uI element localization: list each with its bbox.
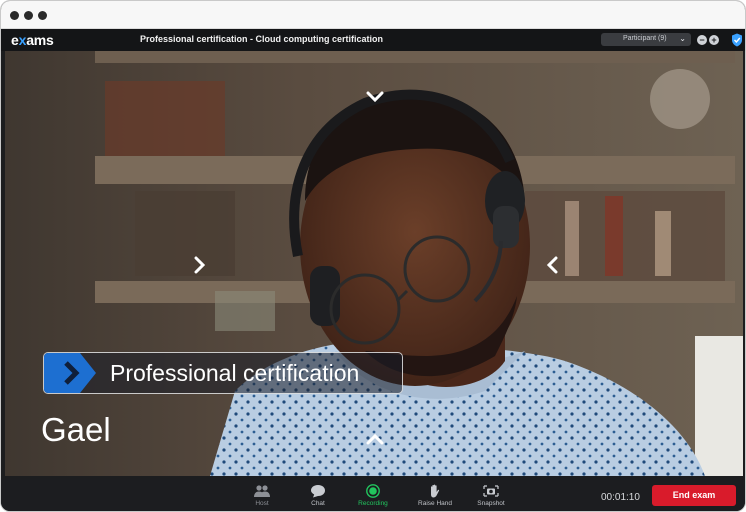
hand-icon <box>431 484 440 498</box>
participant-select[interactable]: Participant (9) ⌄ <box>601 33 691 46</box>
app-header: exams Professional certification - Cloud… <box>1 29 745 51</box>
chevron-up-icon[interactable] <box>366 433 384 445</box>
chevron-down-icon: ⌄ <box>679 34 686 43</box>
recording-button[interactable]: Recording <box>348 484 398 507</box>
exam-title: Professional certification - Cloud compu… <box>140 34 384 44</box>
zoom-out-button[interactable]: − <box>697 35 707 45</box>
raise-hand-button[interactable]: Raise Hand <box>410 484 460 507</box>
snapshot-label: Snapshot <box>477 500 505 507</box>
exams-logo: exams <box>11 32 54 48</box>
host-button[interactable]: Host <box>237 484 287 507</box>
host-icon <box>254 485 270 497</box>
chevron-right-icon[interactable] <box>194 256 206 274</box>
exam-timer: 00:01:10 <box>601 492 640 503</box>
zoom-in-button[interactable]: + <box>709 35 719 45</box>
host-label: Host <box>255 500 269 507</box>
chat-icon <box>311 485 325 498</box>
certification-caption: Professional certification <box>43 352 403 394</box>
chat-button[interactable]: Chat <box>293 484 343 507</box>
raise-hand-label: Raise Hand <box>418 500 452 507</box>
webcam-scene <box>5 51 743 476</box>
app-window: exams Professional certification - Cloud… <box>0 0 746 512</box>
recording-label: Recording <box>358 500 388 507</box>
window-minimize-dot[interactable] <box>24 11 33 20</box>
window-maximize-dot[interactable] <box>38 11 47 20</box>
end-exam-button[interactable]: End exam <box>652 485 736 506</box>
record-icon <box>366 484 380 498</box>
chevron-down-icon[interactable] <box>366 91 384 103</box>
participant-select-value: Participant (9) <box>623 35 667 42</box>
shield-check-icon <box>732 33 742 47</box>
window-titlebar <box>1 1 745 29</box>
caption-text: Professional certification <box>110 360 360 386</box>
snapshot-button[interactable]: Snapshot <box>466 484 516 507</box>
camera-icon <box>483 485 499 497</box>
meeting-toolbar: Host Chat Recording Raise Hand Snapshot … <box>1 479 745 511</box>
participant-name: Gael <box>41 411 111 448</box>
participant-video <box>5 51 743 476</box>
chat-label: Chat <box>311 500 325 507</box>
window-close-dot[interactable] <box>10 11 19 20</box>
chevron-left-icon[interactable] <box>546 256 558 274</box>
chevron-badge-icon <box>44 353 96 393</box>
